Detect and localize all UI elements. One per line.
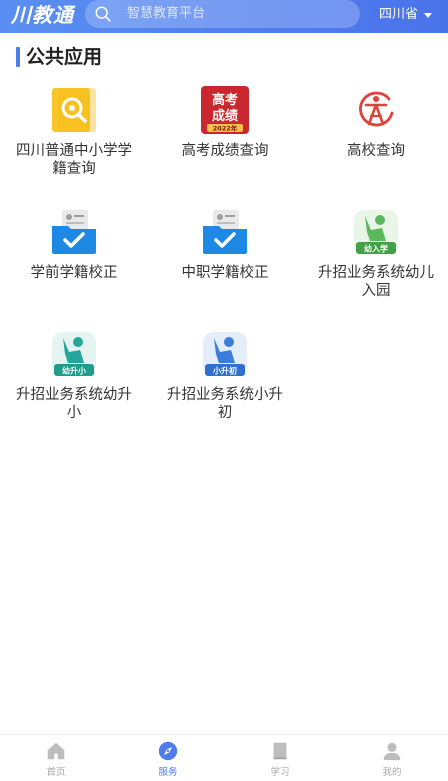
app-label: 升招业务系统幼儿入园 [318, 265, 434, 299]
user-icon [383, 742, 401, 761]
region-label: 四川省 [378, 7, 418, 22]
section-title-text: 公共应用 [26, 46, 103, 68]
app-label: 学前学籍校正 [30, 265, 118, 281]
app-gaokao-score-query[interactable]: 高考 成绩 2022年 高考成绩查询 [155, 86, 295, 160]
gaokao-badge-line2: 成绩 [212, 108, 238, 124]
folder-check-icon [203, 210, 247, 254]
bottom-tab-bar: 首页 服务 学习 我的 [0, 734, 448, 781]
app-kindergarten-enrollment[interactable]: 幼入学 升招业务系统幼儿入园 [306, 208, 446, 300]
app-university-query[interactable]: 高校查询 [306, 86, 446, 160]
app-label: 四川普通中小学学籍查询 [16, 143, 132, 177]
app-label: 中职学籍校正 [181, 265, 269, 281]
tab-label: 服务 [158, 767, 178, 778]
app-primary-to-middle[interactable]: 小升初 升招业务系统小升初 [155, 330, 295, 422]
section-accent-bar [16, 47, 20, 67]
home-icon [47, 742, 65, 760]
search-icon [95, 6, 111, 22]
folder-check-icon [52, 210, 96, 254]
kinder-to-primary-icon: 幼升小 [52, 332, 96, 376]
app-student-record-query[interactable]: 四川普通中小学学籍查询 [4, 86, 144, 178]
compass-icon [158, 741, 178, 761]
search-bar[interactable]: 智慧教育平台 [85, 0, 360, 28]
tab-label: 我的 [382, 767, 402, 778]
app-vocational-record-correction[interactable]: 中职学籍校正 [155, 208, 295, 282]
tab-label: 学习 [270, 767, 290, 778]
university-icon [359, 91, 394, 127]
gaokao-badge-line1: 高考 [212, 92, 238, 108]
gaokao-badge-year: 2022年 [213, 124, 238, 133]
app-label: 高考成绩查询 [181, 143, 269, 159]
search-placeholder: 智慧教育平台 [127, 6, 206, 21]
app-tag: 幼入学 [364, 244, 388, 254]
section-title: 公共应用 [16, 46, 102, 68]
region-selector[interactable]: 四川省 [379, 0, 432, 30]
gaokao-score-icon: 高考 成绩 2022年 [201, 86, 249, 134]
app-tag: 小升初 [212, 366, 237, 376]
app-label: 高校查询 [347, 143, 405, 159]
app-label: 升招业务系统幼升小 [16, 387, 132, 421]
tab-study[interactable]: 学习 [224, 735, 336, 781]
app-preschool-record-correction[interactable]: 学前学籍校正 [4, 208, 144, 282]
tab-label: 首页 [46, 767, 66, 778]
chevron-down-icon [424, 12, 432, 18]
app-label: 升招业务系统小升初 [167, 387, 283, 421]
tab-mine[interactable]: 我的 [336, 735, 448, 781]
tab-service[interactable]: 服务 [112, 735, 224, 781]
app-tag: 幼升小 [62, 366, 86, 376]
child-enroll-icon: 幼入学 [354, 210, 398, 254]
app-header: 川教通 智慧教育平台 四川省 [0, 0, 448, 33]
tab-home[interactable]: 首页 [0, 735, 112, 781]
book-icon [273, 742, 287, 760]
app-kinder-to-primary[interactable]: 幼升小 升招业务系统幼升小 [4, 330, 144, 422]
search-badge-icon [52, 88, 96, 132]
primary-to-middle-icon: 小升初 [203, 332, 247, 376]
app-logo[interactable]: 川教通 [11, 1, 74, 29]
